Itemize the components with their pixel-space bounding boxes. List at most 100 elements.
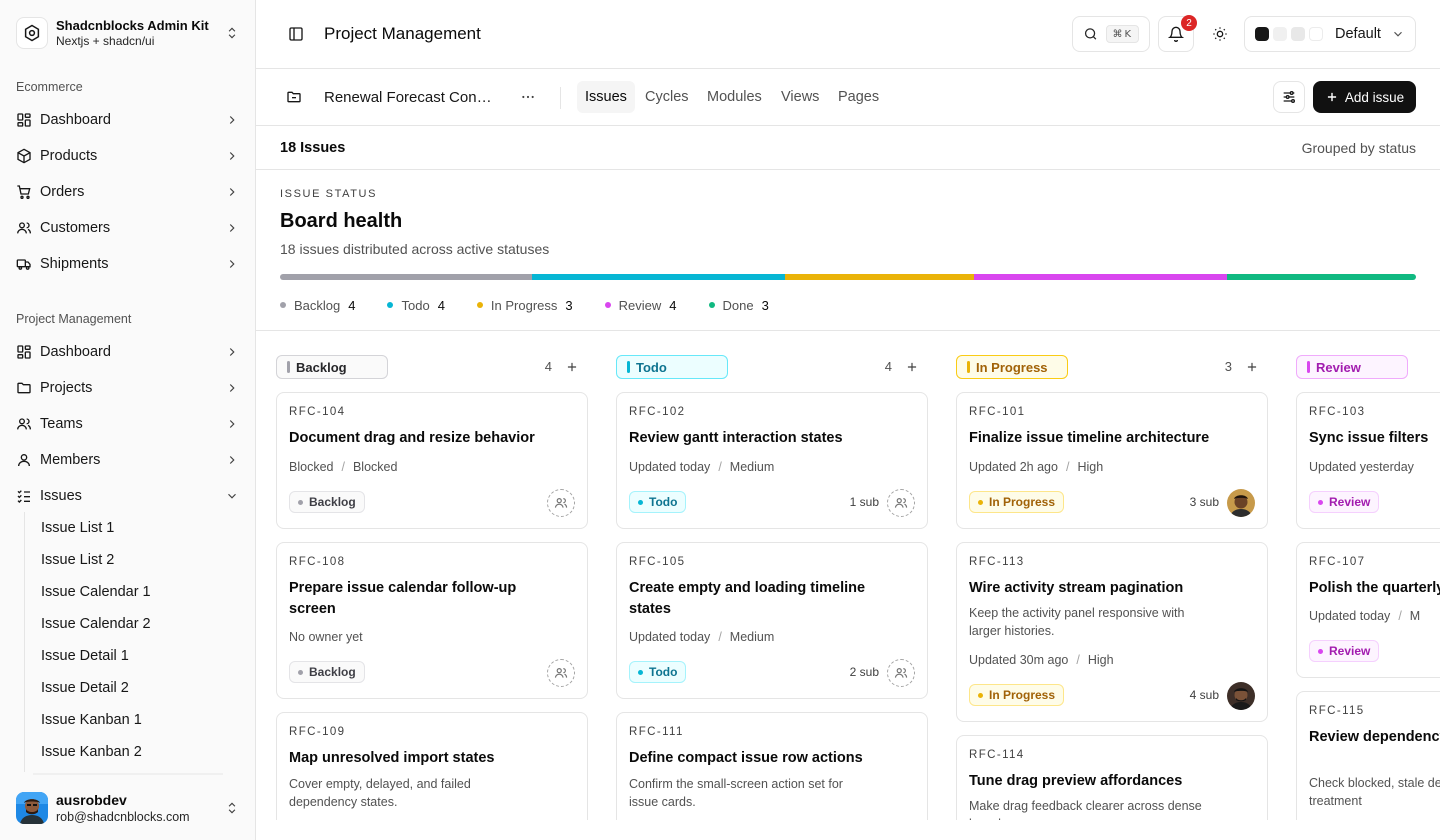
sidebar-item-products[interactable]: Products bbox=[8, 140, 248, 172]
column-add-button[interactable] bbox=[562, 357, 582, 377]
folder-icon bbox=[16, 380, 32, 396]
issue-status-label: In Progress bbox=[989, 495, 1056, 509]
health-eyebrow: ISSUE STATUS bbox=[280, 188, 378, 200]
project-folder-icon bbox=[282, 83, 306, 111]
column-header: In Progress 3 bbox=[956, 355, 1268, 379]
issue-meta-primary: Updated today bbox=[629, 460, 711, 474]
issue-meta-primary: Updated today bbox=[1309, 609, 1391, 623]
sidebar-item-pm-dashboard[interactable]: Dashboard bbox=[8, 336, 248, 368]
project-name[interactable]: Renewal Forecast Consolidation bbox=[324, 89, 499, 106]
sidebar-subitem-issue-list-1[interactable]: Issue List 1 bbox=[33, 514, 223, 542]
sidebar-subitem-issue-detail-1[interactable]: Issue Detail 1 bbox=[33, 642, 223, 670]
issue-meta-secondary: Medium bbox=[729, 630, 775, 644]
health-title: Board health bbox=[280, 210, 403, 232]
sidebar-item-members[interactable]: Members bbox=[8, 444, 248, 476]
unassigned-avatar[interactable] bbox=[547, 489, 575, 517]
sidebar-subitem-issue-kanban-2[interactable]: Issue Kanban 2 bbox=[33, 738, 223, 766]
issue-title: Review dependency variants bbox=[1309, 729, 1440, 745]
legend-item-done: Done 3 bbox=[708, 298, 769, 313]
sidebar-item-shipments[interactable]: Shipments bbox=[8, 248, 248, 280]
sidebar-item-issues[interactable]: Issues bbox=[8, 480, 248, 512]
theme-preset-select[interactable]: Default bbox=[1244, 16, 1416, 52]
sidebar-subitem-issue-list-2[interactable]: Issue List 2 bbox=[33, 546, 223, 574]
tab-issues[interactable]: Issues bbox=[577, 81, 635, 113]
user-name: ausrobdev bbox=[56, 791, 127, 808]
more-horizontal-icon bbox=[522, 95, 534, 99]
issue-card[interactable]: RFC-115 Review dependency variants Check… bbox=[1296, 691, 1440, 820]
tab-views[interactable]: Views bbox=[773, 81, 827, 113]
tab-pages[interactable]: Pages bbox=[830, 81, 887, 113]
sidebar-toggle-button[interactable] bbox=[284, 22, 308, 46]
sidebar-item-ecommerce-dashboard[interactable]: Dashboard bbox=[8, 104, 248, 136]
column-add-button[interactable] bbox=[1242, 357, 1262, 377]
legend-name: Backlog bbox=[294, 297, 341, 313]
unassigned-avatar[interactable] bbox=[547, 659, 575, 687]
issue-card[interactable]: RFC-105 Create empty and loading timelin… bbox=[616, 542, 928, 699]
issue-card[interactable]: RFC-108 Prepare issue calendar follow-up… bbox=[276, 542, 588, 699]
issue-title: Create empty and loading timeline states bbox=[629, 580, 866, 617]
sub-issue-count: 4 sub bbox=[1189, 688, 1219, 702]
theme-swatch bbox=[1273, 27, 1287, 41]
unassigned-avatar[interactable] bbox=[887, 659, 915, 687]
sun-icon bbox=[1213, 27, 1227, 41]
brand-logo-icon bbox=[16, 17, 48, 49]
issue-card[interactable]: RFC-103 Sync issue filters Updated yeste… bbox=[1296, 392, 1440, 529]
chevron-right-icon bbox=[224, 220, 240, 236]
sidebar-subitem-issue-calendar-1[interactable]: Issue Calendar 1 bbox=[33, 578, 223, 606]
sidebar-subitem-issue-kanban-1[interactable]: Issue Kanban 1 bbox=[33, 706, 223, 734]
column-in-progress: In Progress 3 RFC-101 Finalize issue tim… bbox=[956, 331, 1268, 820]
user-menu[interactable]: ausrobdev rob@shadcnblocks.com bbox=[16, 790, 240, 826]
status-segment-backlog bbox=[280, 274, 533, 280]
theme-toggle-button[interactable] bbox=[1206, 18, 1234, 50]
sidebar-subitem-issue-detail-2[interactable]: Issue Detail 2 bbox=[33, 674, 223, 702]
issue-title: Map unresolved import states bbox=[289, 750, 495, 766]
column-count: 4 bbox=[884, 359, 892, 374]
status-bar bbox=[287, 361, 290, 373]
project-more-button[interactable] bbox=[518, 85, 538, 109]
issue-card[interactable]: RFC-107 Polish the quarterly Updated tod… bbox=[1296, 542, 1440, 678]
issue-card[interactable]: RFC-111 Define compact issue row actions… bbox=[616, 712, 928, 820]
group-label-project-management: Project Management bbox=[16, 312, 132, 326]
tab-modules[interactable]: Modules bbox=[699, 81, 770, 113]
unassigned-avatar[interactable] bbox=[887, 489, 915, 517]
issue-id: RFC-101 bbox=[969, 406, 1026, 418]
issue-card[interactable]: RFC-109 Map unresolved import states Cov… bbox=[276, 712, 588, 820]
chevron-down-icon bbox=[1394, 31, 1402, 37]
notifications-button[interactable]: 2 bbox=[1158, 15, 1197, 52]
issue-card[interactable]: RFC-114 Tune drag preview affordances Ma… bbox=[956, 735, 1268, 820]
issue-card[interactable]: RFC-101 Finalize issue timeline architec… bbox=[956, 392, 1268, 529]
brand-subtitle: Nextjs + shadcn/ui bbox=[56, 33, 155, 48]
sidebar-subitem-issue-calendar-2[interactable]: Issue Calendar 2 bbox=[33, 610, 223, 638]
legend-name: In Progress bbox=[490, 297, 558, 313]
issue-id: RFC-102 bbox=[629, 406, 686, 418]
display-settings-button[interactable] bbox=[1273, 81, 1305, 113]
issue-meta: Updated 30m ago / High bbox=[969, 653, 1114, 667]
search-button[interactable]: ⌘K bbox=[1072, 16, 1150, 52]
issue-card[interactable]: RFC-102 Review gantt interaction states … bbox=[616, 392, 928, 529]
sidebar-item-orders[interactable]: Orders bbox=[8, 176, 248, 208]
tab-cycles[interactable]: Cycles bbox=[637, 81, 697, 113]
issue-card[interactable]: RFC-104 Document drag and resize behavio… bbox=[276, 392, 588, 529]
issue-meta: Updated today / M bbox=[1309, 609, 1421, 623]
add-issue-button[interactable]: Add issue bbox=[1313, 81, 1416, 113]
submenu-guide-line bbox=[24, 512, 25, 772]
users-icon bbox=[16, 220, 32, 236]
issue-card[interactable]: RFC-113 Wire activity stream pagination … bbox=[956, 542, 1268, 722]
legend-item-todo: Todo 4 bbox=[387, 298, 445, 313]
legend-dot bbox=[280, 302, 286, 308]
chevron-right-icon bbox=[224, 344, 240, 360]
issue-status-pill: Todo bbox=[629, 491, 687, 513]
sidebar-item-projects[interactable]: Projects bbox=[8, 372, 248, 404]
column-count: 3 bbox=[1224, 359, 1232, 374]
issue-meta-primary: Updated 30m ago bbox=[969, 653, 1069, 667]
brand-name: Shadcnblocks Admin Kit bbox=[56, 17, 209, 33]
assignee-avatar[interactable] bbox=[1227, 489, 1255, 517]
group-label-ecommerce: Ecommerce bbox=[16, 80, 83, 94]
assignee-avatar[interactable] bbox=[1227, 682, 1255, 710]
column-add-button[interactable] bbox=[902, 357, 922, 377]
brand-switcher[interactable]: Shadcnblocks Admin Kit Nextjs + shadcn/u… bbox=[16, 14, 240, 52]
sidebar-item-customers[interactable]: Customers bbox=[8, 212, 248, 244]
sidebar-item-teams[interactable]: Teams bbox=[8, 408, 248, 440]
issue-id: RFC-103 bbox=[1309, 406, 1366, 418]
column-header: Backlog 4 bbox=[276, 355, 588, 379]
